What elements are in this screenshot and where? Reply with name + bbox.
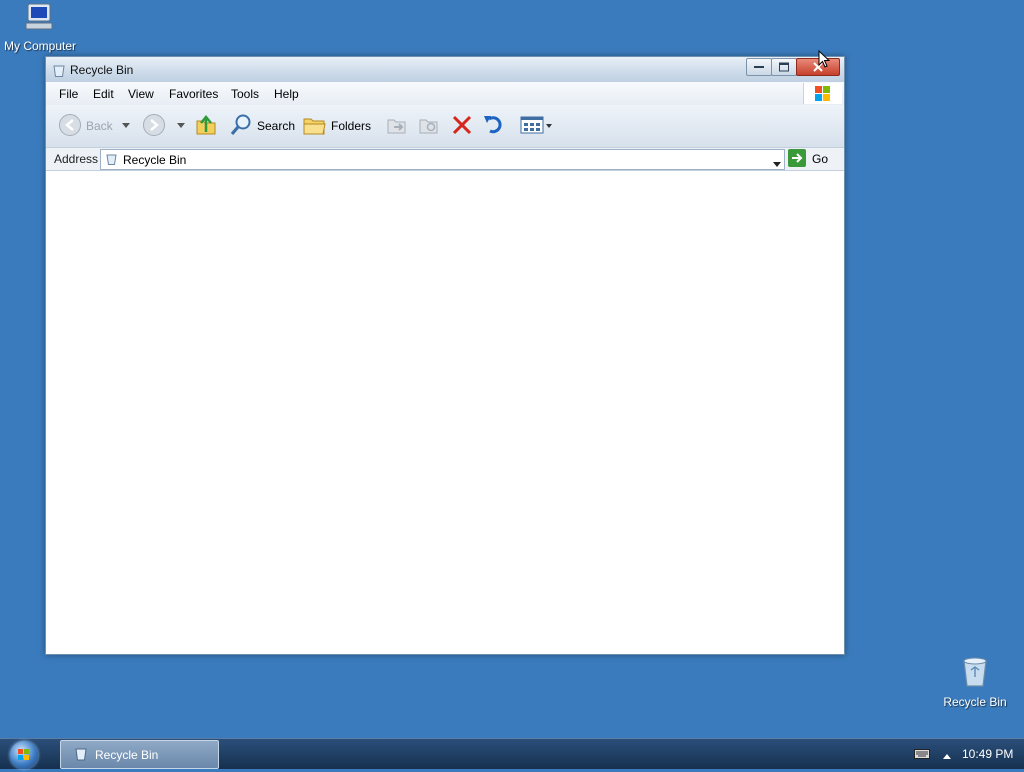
copy-to-icon (418, 114, 440, 139)
desktop-icon-my-computer[interactable]: My Computer (0, 2, 80, 53)
menu-edit[interactable]: Edit (93, 87, 114, 101)
undo-arrow-icon (482, 114, 506, 139)
move-to-icon (386, 114, 408, 139)
taskbar-button-label: Recycle Bin (95, 748, 159, 762)
address-label: Address (54, 152, 99, 166)
forward-arrow-icon (142, 113, 166, 140)
chevron-down-icon (177, 123, 185, 128)
taskbar-clock[interactable]: 10:49 PM (962, 747, 1013, 761)
address-value: Recycle Bin (123, 153, 187, 167)
folder-up-icon (195, 114, 217, 139)
recycle-bin-icon (935, 656, 1015, 691)
forward-button[interactable] (142, 113, 166, 140)
file-list-pane[interactable] (48, 171, 842, 652)
go-label: Go (812, 152, 829, 166)
forward-history-dropdown[interactable] (177, 114, 185, 138)
search-label: Search (257, 119, 296, 133)
show-hidden-icons-arrow-icon[interactable] (943, 749, 951, 763)
recycle-bin-icon (75, 747, 87, 764)
taskbar-button-recycle-bin[interactable]: Recycle Bin (60, 740, 219, 769)
up-folder-button[interactable] (195, 114, 217, 138)
recycle-bin-icon (53, 64, 65, 80)
computer-icon (0, 2, 80, 35)
menu-favorites[interactable]: Favorites (169, 87, 218, 101)
move-to-button[interactable] (386, 114, 408, 138)
folders-icon (303, 114, 327, 139)
chevron-down-icon (122, 123, 130, 128)
back-history-dropdown[interactable] (122, 114, 130, 138)
recycle-bin-icon (106, 153, 117, 168)
back-label: Back (86, 119, 113, 133)
explorer-window: Recycle Bin File Edit View Favorites Too… (45, 56, 845, 655)
go-button[interactable]: Go (788, 148, 829, 170)
views-button[interactable] (520, 114, 554, 138)
taskbar: Recycle Bin 10:49 PM (0, 738, 1024, 769)
minimize-button[interactable] (746, 58, 772, 76)
go-arrow-icon (788, 148, 806, 170)
delete-button[interactable] (451, 114, 473, 138)
maximize-button[interactable] (771, 58, 797, 76)
back-arrow-icon (58, 113, 82, 140)
search-button[interactable]: Search (229, 114, 295, 138)
desktop-icon-label: My Computer (3, 39, 77, 53)
menu-view[interactable]: View (128, 87, 154, 101)
address-input[interactable]: Recycle Bin (100, 149, 785, 170)
views-grid-icon (520, 115, 554, 138)
window-title: Recycle Bin (70, 63, 134, 77)
standard-toolbar: Back Search Folders (46, 105, 844, 148)
undo-button[interactable] (482, 114, 506, 138)
windows-logo-icon (18, 749, 29, 760)
chevron-down-icon[interactable] (773, 157, 781, 171)
menu-help[interactable]: Help (274, 87, 299, 101)
start-button[interactable] (10, 741, 38, 769)
keyboard-icon[interactable] (914, 748, 930, 762)
menu-bar: File Edit View Favorites Tools Help (46, 82, 844, 106)
mouse-cursor-icon (818, 49, 831, 71)
title-bar[interactable]: Recycle Bin (46, 57, 844, 83)
windows-logo-icon (803, 83, 842, 104)
search-icon (229, 113, 253, 140)
folders-button[interactable]: Folders (303, 114, 371, 138)
copy-to-button[interactable] (418, 114, 440, 138)
menu-tools[interactable]: Tools (231, 87, 259, 101)
back-button[interactable]: Back (58, 113, 113, 140)
menu-file[interactable]: File (59, 87, 78, 101)
delete-x-icon (451, 114, 473, 139)
address-bar: Address Recycle Bin Go (46, 148, 844, 171)
desktop-icon-label: Recycle Bin (943, 695, 1007, 709)
desktop-icon-recycle-bin[interactable]: Recycle Bin (935, 656, 1015, 709)
folders-label: Folders (331, 119, 372, 133)
